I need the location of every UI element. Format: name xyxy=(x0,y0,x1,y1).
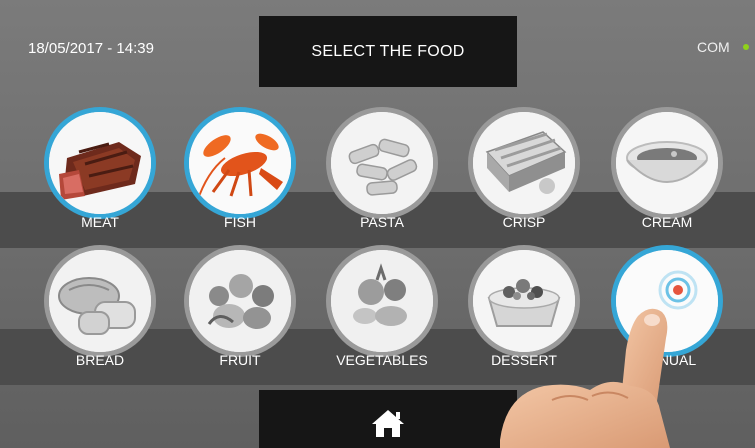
food-tile-pasta[interactable]: PASTA xyxy=(316,112,451,242)
status-led-icon xyxy=(743,44,749,50)
food-tile-cream[interactable]: CREAM xyxy=(601,112,736,242)
food-label: FISH xyxy=(224,214,256,230)
vegetables-icon xyxy=(331,250,433,352)
food-tile-crisp[interactable]: CRISP xyxy=(458,112,593,242)
food-tile-fruit[interactable]: FRUIT xyxy=(174,250,309,380)
bread-icon xyxy=(49,250,151,352)
food-label: CRISP xyxy=(502,214,546,230)
food-selection-screen: 18/05/2017 - 14:39 SELECT THE FOOD COM M… xyxy=(0,0,755,448)
pasta-icon xyxy=(331,112,433,214)
food-tile-vegetables[interactable]: VEGETABLES xyxy=(316,250,451,380)
top-bar: 18/05/2017 - 14:39 SELECT THE FOOD COM xyxy=(0,0,755,90)
crisp-icon xyxy=(473,112,575,214)
meat-icon xyxy=(49,112,151,214)
pointing-hand-image xyxy=(460,290,755,448)
food-label: PASTA xyxy=(360,214,404,230)
food-label: FRUIT xyxy=(219,352,261,368)
lobster-icon xyxy=(189,112,291,214)
soup-bowl-icon xyxy=(616,112,718,214)
food-label: MEAT xyxy=(81,214,119,230)
title-box: SELECT THE FOOD xyxy=(259,16,517,87)
fruit-icon xyxy=(189,250,291,352)
food-tile-meat[interactable]: MEAT xyxy=(34,112,169,242)
food-tile-bread[interactable]: BREAD xyxy=(34,250,169,380)
home-icon[interactable] xyxy=(370,408,406,438)
datetime: 18/05/2017 - 14:39 xyxy=(28,40,154,57)
food-label: CREAM xyxy=(641,214,693,230)
food-label: VEGETABLES xyxy=(336,352,428,368)
page-title: SELECT THE FOOD xyxy=(311,43,465,60)
connection-status: COM xyxy=(697,39,730,55)
food-label: BREAD xyxy=(75,352,125,368)
food-tile-fish[interactable]: FISH xyxy=(174,112,309,242)
